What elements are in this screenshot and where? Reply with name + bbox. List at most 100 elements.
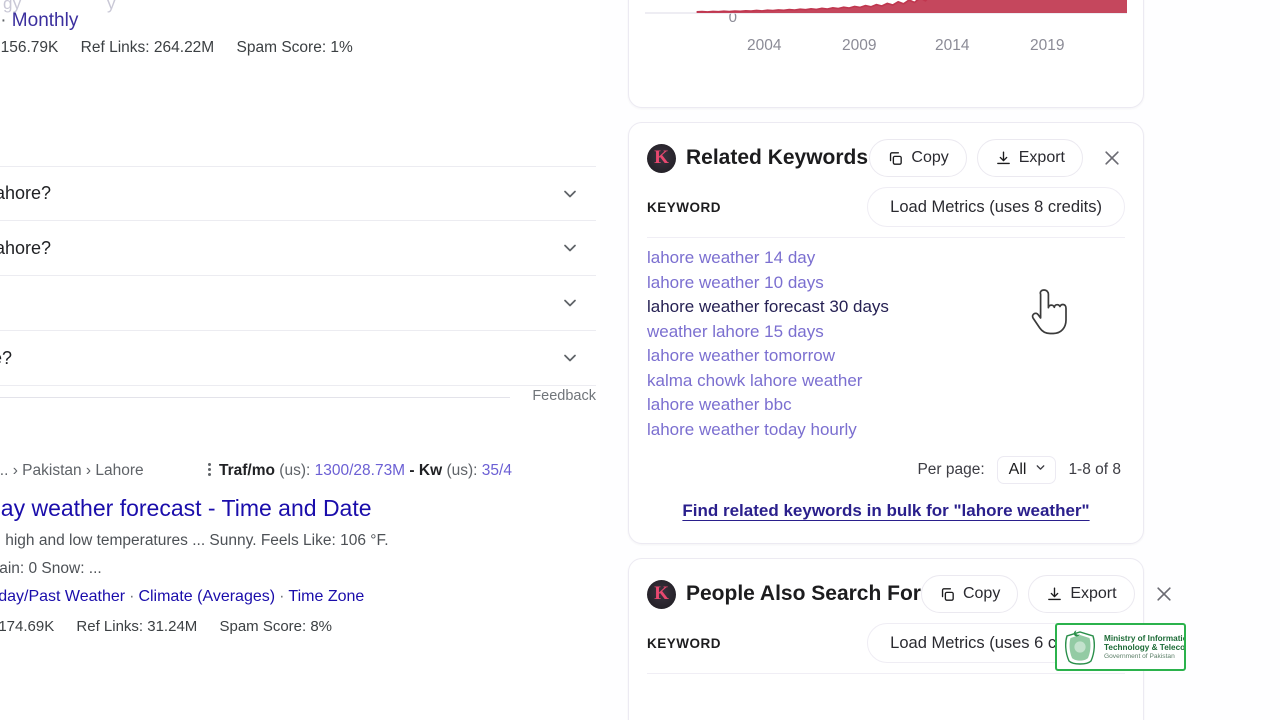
chevron-down-icon[interactable] bbox=[560, 184, 580, 204]
copy-button[interactable]: Copy bbox=[920, 575, 1019, 613]
search-result-snippet-line-1: th high and low temperatures ... Sunny. … bbox=[0, 532, 389, 549]
search-trend-card: 500,000 0 2004 2009 2014 2019 bbox=[628, 0, 1144, 108]
people-also-ask-item[interactable]: in Lahore? bbox=[0, 166, 596, 221]
serp-spamscore-top: Spam Score: 1% bbox=[236, 39, 353, 56]
traf-label: Traf/mo bbox=[219, 462, 275, 479]
per-page-label: Per page: bbox=[917, 461, 985, 478]
related-keywords-subheader: KEYWORD Load Metrics (uses 8 credits) bbox=[629, 177, 1143, 227]
people-also-ask-item[interactable]: in Lahore? bbox=[0, 221, 596, 276]
ke-inline-metrics: Traf/mo (us): 1300/28.73M - Kw (us): 35/… bbox=[208, 462, 512, 480]
export-button[interactable]: Export bbox=[1028, 575, 1135, 613]
close-icon[interactable] bbox=[1099, 145, 1125, 171]
keywords-everywhere-logo-icon: K bbox=[647, 579, 676, 609]
keyword-header-divider bbox=[647, 673, 1125, 674]
copy-button-label: Copy bbox=[962, 585, 1001, 602]
serp-metrics-row-result: : 174.69K Ref Links: 31.24M Spam Score: … bbox=[0, 618, 350, 635]
search-result-snippet-line-2: Rain: 0 Snow: ... bbox=[0, 560, 102, 577]
pagination-bar: Per page: All 1-8 of 8 bbox=[629, 442, 1143, 484]
list-item[interactable]: lahore weather tomorrow bbox=[647, 344, 1125, 369]
x-tick-2009: 2009 bbox=[842, 37, 877, 54]
copy-button[interactable]: Copy bbox=[869, 139, 967, 177]
list-item[interactable]: kalma chowk lahore weather bbox=[647, 369, 1125, 394]
keyword-column-label: KEYWORD bbox=[647, 199, 721, 215]
search-result-block: › ... › Pakistan › Lahore Traf/mo (us): … bbox=[0, 462, 600, 635]
chevron-down-icon[interactable] bbox=[560, 348, 580, 368]
serp-spamscore-result: Spam Score: 8% bbox=[219, 618, 333, 635]
sitelink-climate[interactable]: Climate (Averages) bbox=[138, 588, 275, 605]
people-also-ask-question: hore? bbox=[0, 347, 13, 368]
copy-icon bbox=[939, 586, 956, 603]
ministry-of-information-badge: Ministry of Information Technology & Tel… bbox=[1055, 623, 1186, 671]
screen-root: ly gy y er · Monthly : 156.79K Ref Links… bbox=[0, 0, 1280, 720]
chevron-down-icon[interactable] bbox=[560, 293, 580, 313]
people-also-ask-question: in Lahore? bbox=[0, 237, 52, 258]
kw-value: 35/4 bbox=[481, 462, 512, 479]
serp-reflinks-top: Ref Links: 264.22M bbox=[80, 39, 215, 56]
serp-monthly-label[interactable]: Monthly bbox=[12, 10, 79, 31]
search-trend-chart: 500,000 0 2004 2009 2014 2019 bbox=[645, 0, 1127, 65]
mouse-cursor-pointer-icon bbox=[1028, 286, 1074, 338]
serp-reflinks-result: Ref Links: 31.24M bbox=[76, 618, 198, 635]
chevron-down-icon bbox=[1034, 461, 1047, 479]
people-also-ask-question: in Lahore? bbox=[0, 183, 52, 203]
feedback-divider bbox=[0, 397, 510, 398]
copy-icon bbox=[887, 150, 904, 167]
serp-traffic-result: : 174.69K bbox=[0, 618, 55, 635]
related-keywords-list: lahore weather 14 day lahore weather 10 … bbox=[629, 238, 1143, 442]
kw-label: Kw bbox=[418, 462, 443, 479]
google-serp-column: ly gy y er · Monthly : 156.79K Ref Links… bbox=[0, 0, 600, 720]
search-result-title[interactable]: day weather forecast - Time and Date bbox=[0, 495, 372, 523]
per-page-value: All bbox=[1008, 461, 1027, 478]
sitelink-timezone[interactable]: Time Zone bbox=[288, 588, 364, 605]
keyword-column-label: KEYWORD bbox=[647, 635, 721, 651]
export-button[interactable]: Export bbox=[976, 139, 1083, 177]
related-keywords-title: Related Keywords bbox=[686, 146, 869, 169]
load-metrics-button[interactable]: Load Metrics (uses 8 credits) bbox=[867, 187, 1125, 227]
x-tick-2019: 2019 bbox=[1030, 37, 1065, 54]
x-tick-2014: 2014 bbox=[935, 37, 970, 54]
sitelink-past-weather[interactable]: erday/Past Weather bbox=[0, 588, 125, 605]
trend-area-svg bbox=[645, 0, 1127, 14]
ministry-line-1: Ministry of Information bbox=[1104, 633, 1186, 643]
serp-metrics-row-top: : 156.79K Ref Links: 264.22M Spam Score:… bbox=[0, 39, 371, 57]
list-item[interactable]: lahore weather today hourly bbox=[647, 418, 1125, 443]
copy-button-label: Copy bbox=[911, 149, 949, 166]
serp-traffic-top: : 156.79K bbox=[0, 39, 59, 56]
ministry-badge-text: Ministry of Information Technology & Tel… bbox=[1104, 633, 1186, 661]
people-also-search-for-title: People Also Search For bbox=[686, 582, 921, 605]
people-also-ask-item[interactable]: hore? bbox=[0, 331, 596, 386]
people-also-ask-list: in Lahore? in Lahore? hore? bbox=[0, 166, 596, 386]
serp-monthly-separator: · bbox=[0, 10, 7, 31]
download-icon bbox=[1046, 586, 1063, 603]
x-tick-2004: 2004 bbox=[747, 37, 782, 54]
export-button-label: Export bbox=[1018, 149, 1065, 166]
people-also-search-for-actions: Copy Export bbox=[920, 575, 1177, 613]
pakistan-crest-icon bbox=[1062, 627, 1098, 667]
traf-value: 1300/28.73M bbox=[314, 462, 406, 479]
related-keywords-header: K Related Keywords Copy Export bbox=[629, 123, 1143, 177]
related-keywords-actions: Copy Export bbox=[869, 139, 1125, 177]
download-icon bbox=[995, 150, 1012, 167]
people-also-ask-item[interactable] bbox=[0, 276, 596, 331]
keywords-everywhere-logo-icon: K bbox=[647, 143, 676, 173]
ministry-line-3: Government of Pakistan bbox=[1104, 653, 1175, 660]
list-item[interactable]: lahore weather bbc bbox=[647, 393, 1125, 418]
people-also-search-for-header: K People Also Search For Copy Export bbox=[629, 559, 1171, 613]
close-icon[interactable] bbox=[1151, 581, 1177, 607]
export-button-label: Export bbox=[1070, 585, 1117, 602]
ke-dash: - bbox=[409, 462, 415, 479]
serp-monthly-row[interactable]: er · Monthly bbox=[0, 10, 78, 32]
chevron-down-icon[interactable] bbox=[560, 238, 580, 258]
per-page-select[interactable]: All bbox=[996, 456, 1057, 484]
search-result-sitelinks: erday/Past Weather·Climate (Averages)·Ti… bbox=[0, 588, 364, 606]
kebab-menu-icon[interactable] bbox=[208, 461, 212, 478]
kw-scope: (us): bbox=[446, 462, 478, 479]
traf-scope: (us): bbox=[279, 462, 311, 479]
ministry-line-2: Technology & Telecom bbox=[1104, 642, 1186, 652]
feedback-link[interactable]: Feedback bbox=[532, 388, 596, 404]
result-range-label: 1-8 of 8 bbox=[1068, 461, 1121, 478]
keywords-everywhere-panel-column: 500,000 0 2004 2009 2014 2019 K Rel bbox=[628, 0, 1171, 720]
list-item[interactable]: lahore weather 14 day bbox=[647, 246, 1125, 271]
x-axis-ticks: 2004 2009 2014 2019 bbox=[645, 37, 1127, 61]
find-related-keywords-bulk-link[interactable]: Find related keywords in bulk for "lahor… bbox=[629, 484, 1143, 541]
